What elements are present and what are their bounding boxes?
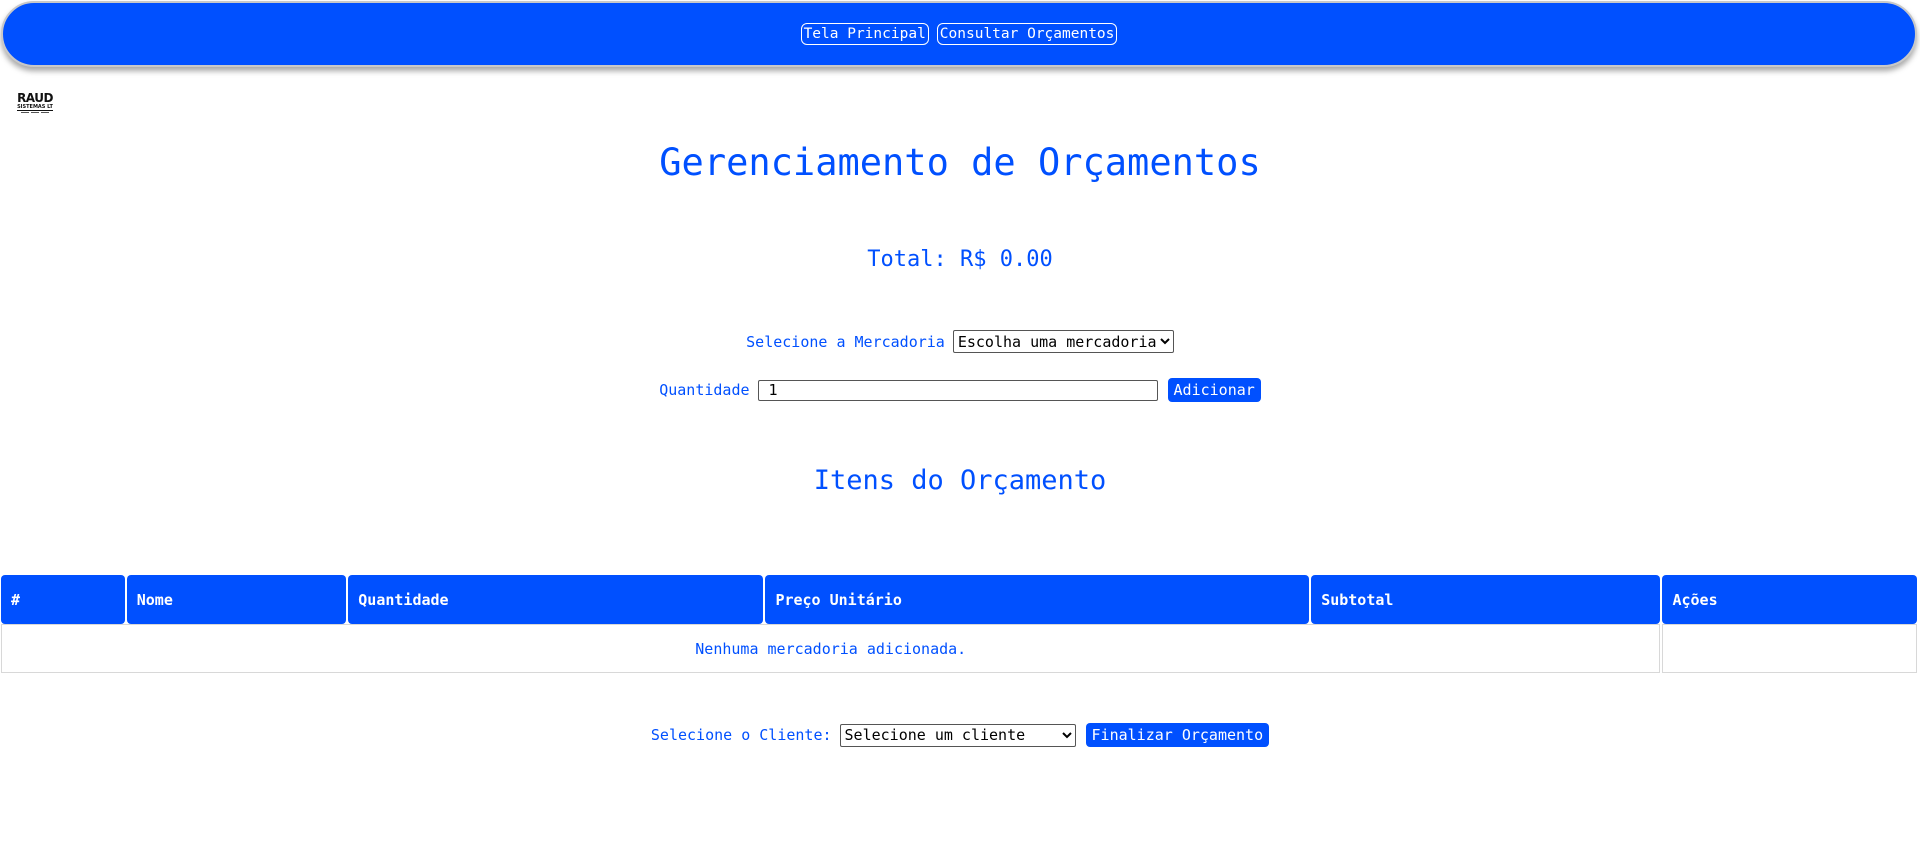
column-header-index: # — [1, 575, 125, 624]
column-header-unit-price: Preço Unitário — [765, 575, 1310, 624]
quantity-row: Quantidade Adicionar — [0, 378, 1920, 402]
logo-decoration — [21, 112, 49, 113]
table-header-row: # Nome Quantidade Preço Unitário Subtota… — [1, 575, 1917, 624]
product-select[interactable]: Escolha uma mercadoria — [952, 330, 1174, 353]
budget-total: Total: R$ 0.00 — [867, 247, 1053, 272]
client-select-row: Selecione o Cliente: Selecione um client… — [0, 723, 1920, 747]
items-section-title: Itens do Orçamento — [813, 465, 1107, 496]
product-select-row: Selecione a Mercadoria Escolha uma merca… — [0, 330, 1920, 353]
quantity-label: Quantidade — [659, 381, 750, 399]
home-nav-button[interactable]: Tela Principal — [800, 23, 929, 45]
consult-budgets-nav-button[interactable]: Consultar Orçamentos — [936, 23, 1118, 45]
product-select-label: Selecione a Mercadoria — [746, 332, 945, 351]
column-header-subtotal: Subtotal — [1311, 575, 1661, 624]
finalize-budget-button[interactable]: Finalizar Orçamento — [1085, 723, 1270, 747]
add-item-button[interactable]: Adicionar — [1167, 378, 1261, 402]
table-actions-cell — [1662, 624, 1917, 673]
quantity-input[interactable] — [757, 379, 1158, 401]
client-select-label: Selecione o Cliente: — [650, 726, 832, 744]
column-header-actions: Ações — [1662, 575, 1917, 624]
empty-table-message: Nenhuma mercadoria adicionada. — [1, 624, 1661, 673]
column-header-quantity: Quantidade — [348, 575, 764, 624]
client-select[interactable]: Selecione um cliente — [839, 723, 1076, 747]
logo-sub-text: SISTEMAS LT — [17, 104, 53, 111]
raud-logo: RAUD SISTEMAS LT — [17, 92, 53, 117]
top-nav-bar: Tela Principal Consultar Orçamentos — [1, 1, 1917, 67]
page-title: Gerenciamento de Orçamentos — [659, 141, 1261, 184]
table-row: Nenhuma mercadoria adicionada. — [1, 624, 1917, 673]
logo-main-text: RAUD — [17, 91, 53, 105]
column-header-name: Nome — [126, 575, 347, 624]
budget-items-table: # Nome Quantidade Preço Unitário Subtota… — [0, 575, 1919, 673]
